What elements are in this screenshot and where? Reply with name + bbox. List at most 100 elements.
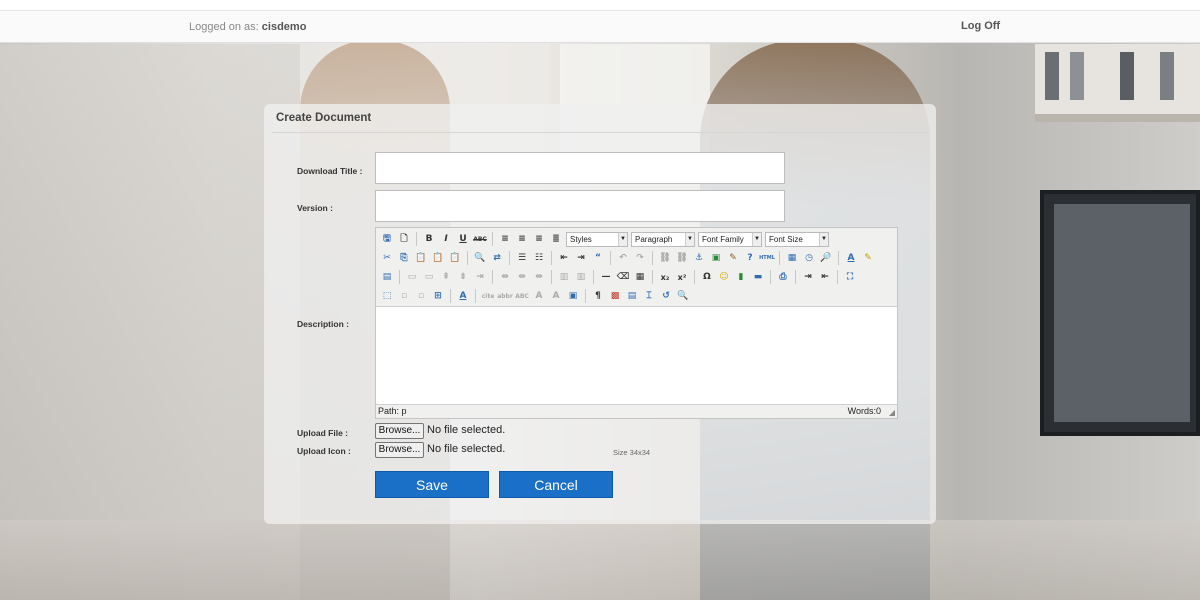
username: cisdemo (261, 21, 307, 33)
delete-col-icon[interactable]: ⇹ (532, 270, 546, 284)
new-document-icon[interactable]: 🗋 (397, 232, 411, 246)
delete-row-icon[interactable]: ⇥ (473, 270, 487, 284)
strikethrough-icon[interactable]: ABC (473, 232, 487, 246)
move-forward-icon[interactable]: ▫ (397, 289, 411, 303)
row-props-icon[interactable]: ▭ (405, 270, 419, 284)
merge-cells-icon[interactable]: ▥ (574, 270, 588, 284)
cell-props-icon[interactable]: ▭ (422, 270, 436, 284)
chevron-down-icon: ▼ (819, 232, 828, 246)
font-size-select[interactable]: Font Size ▼ (765, 231, 829, 247)
highlight-color-icon[interactable]: ✎ (861, 251, 875, 265)
version-input[interactable] (375, 190, 785, 222)
attribs-icon[interactable]: ▣ (566, 289, 580, 303)
editor-content-area[interactable] (376, 308, 897, 405)
save-icon[interactable]: 🖫 (380, 232, 394, 246)
special-char-icon[interactable]: Ω (700, 270, 714, 284)
create-document-panel: Create Document Download Title : Version… (264, 104, 936, 524)
align-center-icon[interactable]: ≡ (515, 232, 529, 246)
superscript-icon[interactable]: x² (675, 270, 689, 284)
indent-icon[interactable]: ⇥ (574, 251, 588, 265)
unlink-icon[interactable]: ⛓ (675, 251, 689, 265)
bold-icon[interactable]: B (422, 232, 436, 246)
emoticon-icon[interactable]: ☺ (717, 270, 731, 284)
template-icon[interactable]: ▤ (625, 289, 639, 303)
cut-icon[interactable]: ✂ (380, 251, 394, 265)
paste-text-icon[interactable]: 📋 (431, 251, 445, 265)
image-icon[interactable]: ▣ (709, 251, 723, 265)
visual-aid-icon[interactable]: ▦ (633, 270, 647, 284)
editor-toolbar: 🖫 🗋 B I U ABC ≡ ≡ ≡ ≣ Styles ▼ Paragraph ▼… (376, 228, 897, 307)
print-icon[interactable]: ⎙ (776, 270, 790, 284)
fullscreen-icon[interactable]: ⛶ (843, 270, 857, 284)
insert-layer-icon[interactable]: ⬚ (380, 289, 394, 303)
download-title-input[interactable] (375, 152, 785, 184)
ins-icon[interactable]: A (549, 289, 563, 303)
outdent-icon[interactable]: ⇤ (557, 251, 571, 265)
logged-prefix: Logged on as: (189, 21, 259, 33)
styles-select-label: Styles (570, 234, 592, 244)
preview-icon[interactable]: 🔎 (819, 251, 833, 265)
resize-handle-icon[interactable]: ◢ (889, 408, 895, 417)
advanced-hr-icon[interactable]: ▬ (751, 270, 765, 284)
remove-format-icon[interactable]: ⌫ (616, 270, 630, 284)
insert-time-icon[interactable]: ◷ (802, 251, 816, 265)
replace-icon[interactable]: ⇄ (490, 251, 504, 265)
paragraph-select[interactable]: Paragraph ▼ (631, 231, 695, 247)
visual-chars-icon[interactable]: ¶ (591, 289, 605, 303)
styleprops-icon[interactable]: A (456, 289, 470, 303)
cleanup-icon[interactable]: ✎ (726, 251, 740, 265)
split-cells-icon[interactable]: ▥ (557, 270, 571, 284)
absolute-icon[interactable]: ⊞ (431, 289, 445, 303)
subscript-icon[interactable]: x₂ (658, 270, 672, 284)
cancel-button[interactable]: Cancel (499, 471, 613, 498)
align-justify-icon[interactable]: ≣ (549, 232, 563, 246)
insert-date-icon[interactable]: ▦ (785, 251, 799, 265)
insert-row-before-icon[interactable]: ⇞ (439, 270, 453, 284)
horizontal-rule-icon[interactable]: — (599, 270, 613, 284)
text-color-icon[interactable]: A (844, 251, 858, 265)
italic-icon[interactable]: I (439, 232, 453, 246)
help-icon[interactable]: ? (743, 251, 757, 265)
media-icon[interactable]: ▮ (734, 270, 748, 284)
chevron-down-icon: ▼ (752, 232, 761, 246)
upload-file-browse-button[interactable]: Browse... (375, 423, 424, 439)
move-backward-icon[interactable]: ▫ (414, 289, 428, 303)
insert-col-before-icon[interactable]: ⇹ (498, 270, 512, 284)
anchor-icon[interactable]: ⚓ (692, 251, 706, 265)
styles-select[interactable]: Styles ▼ (566, 231, 628, 247)
ltr-icon[interactable]: ⇥ (801, 270, 815, 284)
align-right-icon[interactable]: ≡ (532, 232, 546, 246)
align-left-icon[interactable]: ≡ (498, 232, 512, 246)
chevron-down-icon: ▼ (685, 232, 694, 246)
table-icon[interactable]: ▤ (380, 270, 394, 284)
cite-icon[interactable]: cite (481, 289, 495, 303)
link-icon[interactable]: ⛓ (658, 251, 672, 265)
numbered-list-icon[interactable]: ☷ (532, 251, 546, 265)
restore-draft-icon[interactable]: ↺ (659, 289, 673, 303)
paste-icon[interactable]: 📋 (414, 251, 428, 265)
insert-row-after-icon[interactable]: ⇟ (456, 270, 470, 284)
copy-icon[interactable]: ⎘ (397, 251, 411, 265)
del-icon[interactable]: A (532, 289, 546, 303)
paste-word-icon[interactable]: 📋 (448, 251, 462, 265)
abbr-icon[interactable]: abbr (497, 289, 513, 303)
description-label: Description : (297, 319, 349, 329)
font-family-select[interactable]: Font Family ▼ (698, 231, 762, 247)
font-family-select-label: Font Family (702, 234, 744, 244)
nonbreaking-icon[interactable]: ▩ (608, 289, 622, 303)
page-break-icon[interactable]: ⌶ (642, 289, 656, 303)
blockquote-icon[interactable]: “ (591, 251, 605, 265)
insert-col-after-icon[interactable]: ⇹ (515, 270, 529, 284)
acronym-icon[interactable]: ABC (515, 289, 529, 303)
log-off-link[interactable]: Log Off (961, 20, 1000, 32)
upload-icon-browse-button[interactable]: Browse... (375, 442, 424, 458)
html-icon[interactable]: HTML (759, 251, 775, 265)
bullet-list-icon[interactable]: ☰ (515, 251, 529, 265)
redo-icon[interactable]: ↷ (633, 251, 647, 265)
zoom-icon[interactable]: 🔍 (676, 289, 690, 303)
save-button[interactable]: Save (375, 471, 489, 498)
find-icon[interactable]: 🔍 (473, 251, 487, 265)
rtl-icon[interactable]: ⇤ (818, 270, 832, 284)
underline-icon[interactable]: U (456, 232, 470, 246)
undo-icon[interactable]: ↶ (616, 251, 630, 265)
